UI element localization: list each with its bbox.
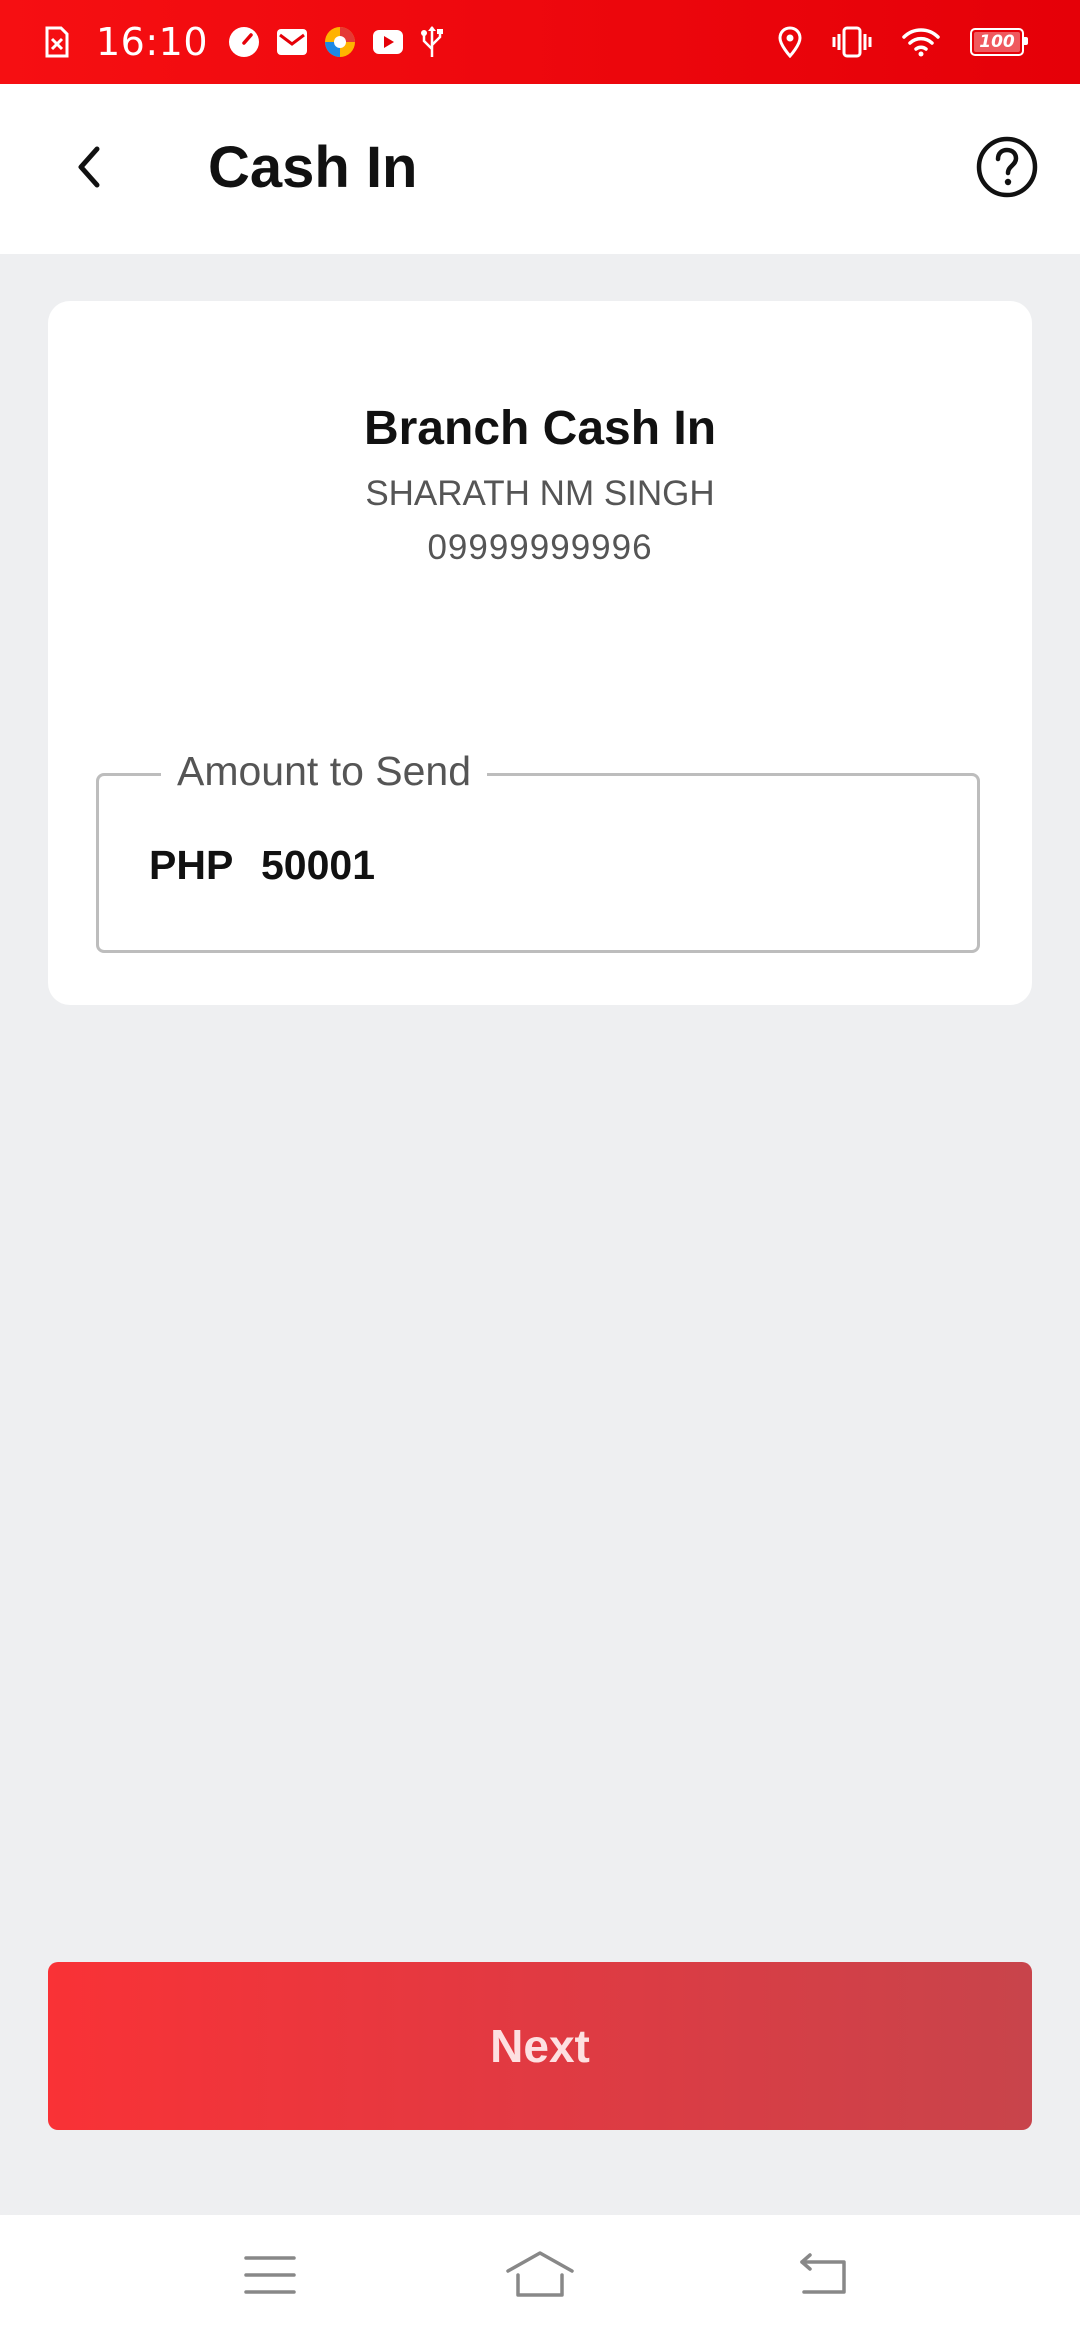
page-title: Cash In xyxy=(208,135,418,200)
system-nav-bar xyxy=(0,2215,1080,2340)
status-bar: 16:10 100 xyxy=(0,0,1080,84)
battery-level: 100 xyxy=(979,32,1015,52)
app-header: Cash In xyxy=(0,84,1080,254)
next-button[interactable]: Next xyxy=(48,1962,1032,2130)
amount-value: 50001 xyxy=(261,842,376,888)
browser-icon xyxy=(324,26,356,58)
location-icon xyxy=(778,26,802,58)
screenshot-icon xyxy=(44,26,70,58)
wifi-icon xyxy=(902,27,940,57)
recipient-name: SHARATH NM SINGH xyxy=(365,474,715,513)
menu-icon xyxy=(242,2252,298,2303)
help-circle-icon xyxy=(975,135,1039,204)
speedometer-icon xyxy=(228,26,260,58)
currency-label: PHP xyxy=(149,842,234,888)
usb-icon xyxy=(420,25,444,59)
help-button[interactable] xyxy=(974,136,1040,202)
back-icon xyxy=(792,2252,852,2303)
back-button[interactable] xyxy=(60,139,120,199)
chevron-left-icon xyxy=(75,145,105,194)
status-bar-right: 100 xyxy=(748,14,1028,70)
battery-icon: 100 xyxy=(970,28,1028,56)
status-bar-left: 16:10 xyxy=(44,14,460,70)
status-time: 16:10 xyxy=(96,20,209,64)
nav-home-button[interactable] xyxy=(504,2247,576,2307)
cash-in-card: Branch Cash In SHARATH NM SINGH 09999999… xyxy=(48,301,1032,1005)
vibrate-icon xyxy=(832,26,872,58)
amount-label: Amount to Send xyxy=(161,748,488,795)
nav-menu-button[interactable] xyxy=(234,2247,306,2307)
amount-input[interactable]: Amount to Send PHP 50001 xyxy=(96,748,980,953)
recipient-phone: 09999999996 xyxy=(427,528,653,567)
home-icon xyxy=(504,2249,576,2306)
next-button-label: Next xyxy=(490,2020,590,2072)
card-title: Branch Cash In xyxy=(363,402,717,455)
youtube-icon xyxy=(372,28,404,56)
mail-icon xyxy=(276,27,308,57)
nav-back-button[interactable] xyxy=(786,2247,858,2307)
